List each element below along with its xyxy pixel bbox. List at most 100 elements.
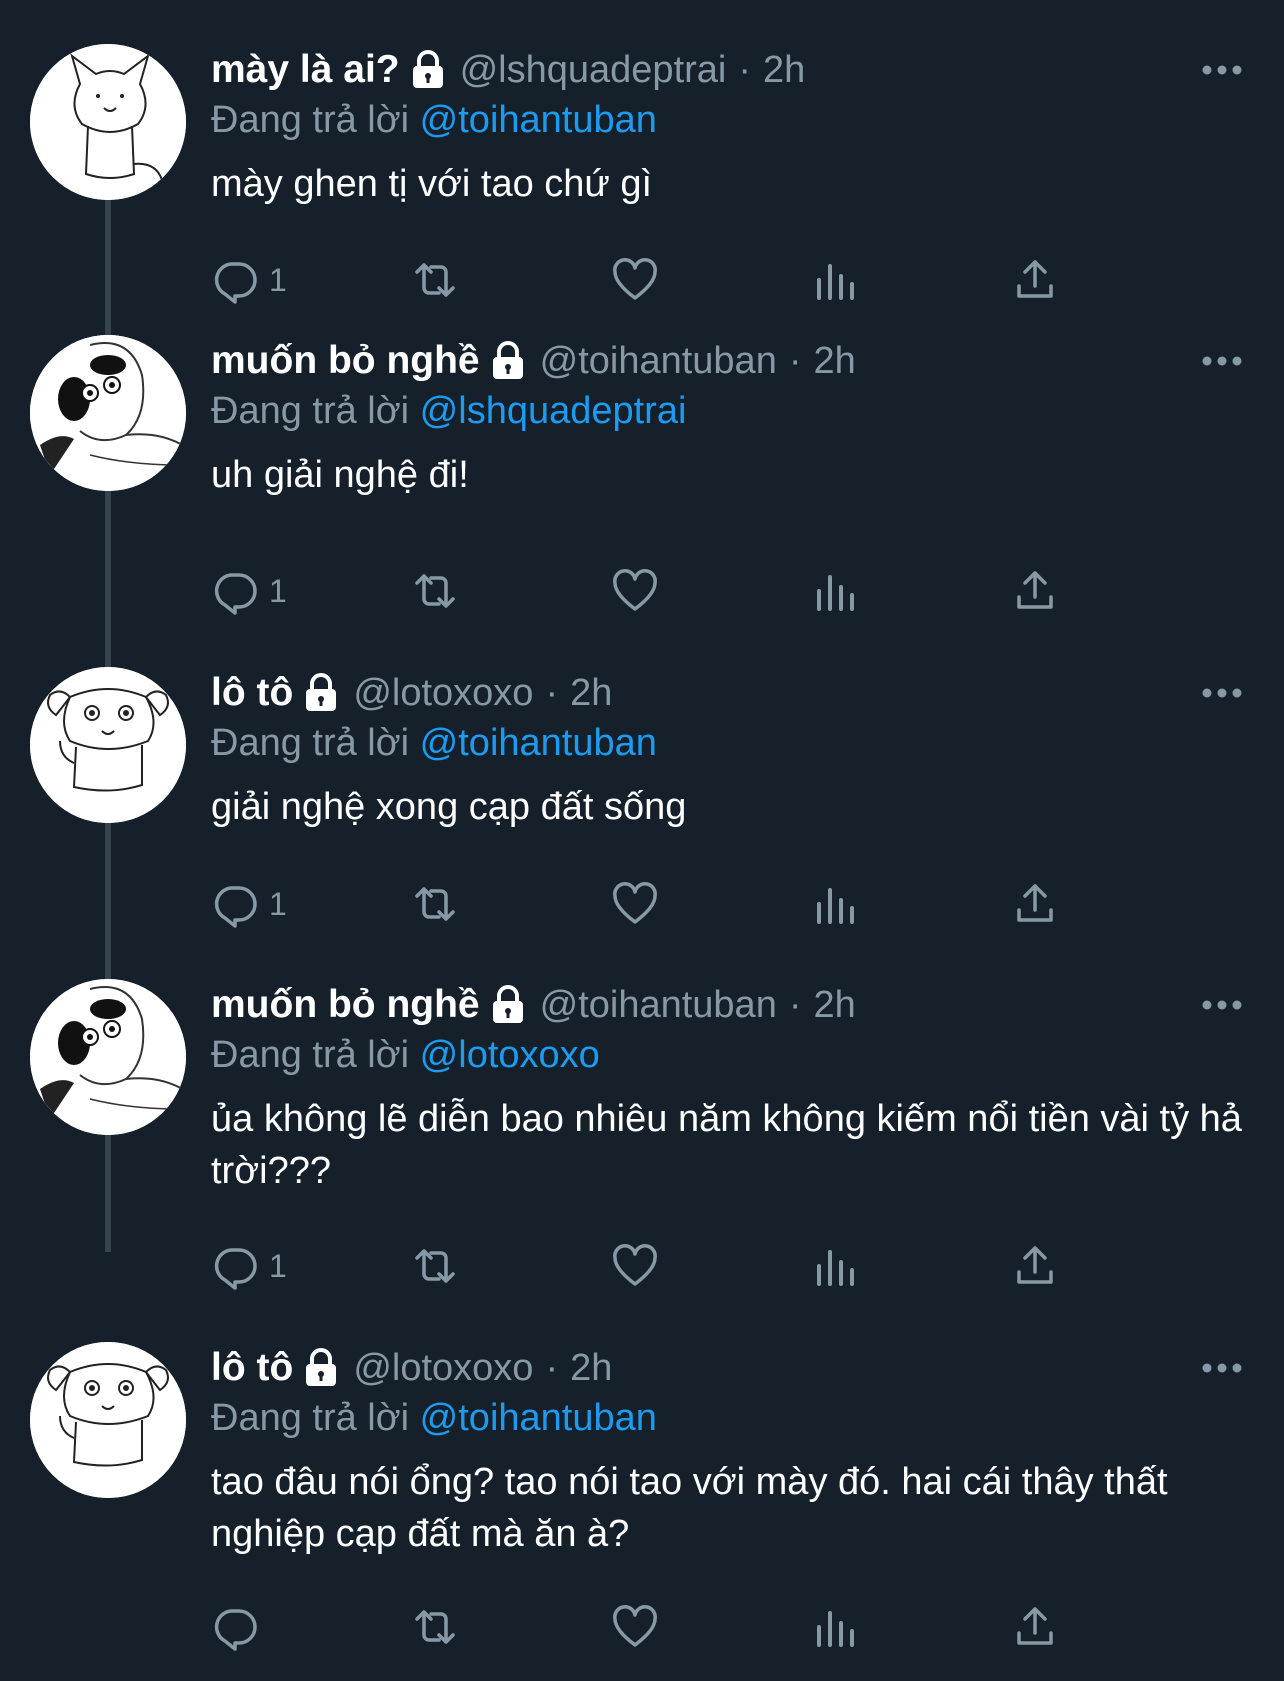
conversation-thread: mày là ai? @lshquadeptrai · 2h Đang trả …: [0, 0, 1284, 1681]
cat-drawing-avatar: [30, 44, 186, 200]
like-button[interactable]: [611, 1597, 659, 1657]
tweet-actions: 1: [211, 1236, 1131, 1296]
analytics-icon: [817, 264, 854, 300]
lock-icon: [301, 1348, 341, 1388]
analytics-button[interactable]: [811, 561, 859, 621]
reply-count: 1: [269, 1247, 287, 1284]
share-icon: [1017, 571, 1053, 609]
timestamp[interactable]: 2h: [570, 1347, 612, 1390]
analytics-icon: [817, 888, 854, 924]
lock-icon: [301, 673, 341, 713]
dog-drawing-avatar: [30, 1342, 186, 1498]
replying-prefix: Đang trả lời: [211, 722, 410, 764]
avatar[interactable]: [30, 1342, 186, 1498]
user-handle[interactable]: @lotoxoxo: [353, 1347, 533, 1390]
separator-dot: ·: [545, 1346, 559, 1389]
analytics-button[interactable]: [811, 1597, 859, 1657]
lock-icon: [488, 985, 528, 1025]
tweet-actions: 1: [211, 561, 1131, 621]
user-handle[interactable]: @toihantuban: [540, 340, 777, 383]
heart-icon: [613, 1605, 657, 1647]
display-name[interactable]: lô tô: [211, 1346, 293, 1390]
avatar[interactable]: [30, 667, 186, 823]
share-button[interactable]: [1011, 250, 1059, 310]
reply-mention-link[interactable]: @toihantuban: [420, 1397, 657, 1439]
analytics-button[interactable]: [811, 874, 859, 934]
display-name[interactable]: mày là ai?: [211, 48, 400, 92]
avatar[interactable]: [30, 335, 186, 491]
analytics-icon: [817, 575, 854, 611]
more-icon: [1202, 65, 1242, 75]
retweet-icon: [415, 887, 455, 921]
reply-mention-link[interactable]: @toihantuban: [420, 99, 657, 141]
like-button[interactable]: [611, 1236, 659, 1296]
share-button[interactable]: [1011, 1236, 1059, 1296]
reply-count: 1: [269, 572, 287, 609]
reply-button[interactable]: 1: [211, 1236, 287, 1296]
display-name[interactable]: muốn bỏ nghề: [211, 339, 480, 383]
analytics-button[interactable]: [811, 1236, 859, 1296]
more-options-button[interactable]: [1184, 667, 1244, 719]
timestamp[interactable]: 2h: [813, 984, 855, 1027]
display-name[interactable]: muốn bỏ nghề: [211, 983, 480, 1027]
tweet-content: muốn bỏ nghề @toihantuban · 2h Đang trả …: [211, 979, 1244, 1197]
dog-drawing-avatar: [30, 667, 186, 823]
heart-icon: [613, 569, 657, 611]
tweet-text: tao đâu nói ổng? tao nói tao với mày đó.…: [211, 1461, 1179, 1555]
display-name[interactable]: lô tô: [211, 671, 293, 715]
tweet-content: lô tô @lotoxoxo · 2h Đang trả lời @toiha…: [211, 667, 1244, 833]
retweet-icon: [415, 574, 455, 608]
reply-button[interactable]: 1: [211, 250, 287, 310]
avatar[interactable]: [30, 44, 186, 200]
timestamp[interactable]: 2h: [570, 672, 612, 715]
share-button[interactable]: [1011, 561, 1059, 621]
analytics-button[interactable]: [811, 250, 859, 310]
replying-to: Đang trả lời @toihantuban: [211, 1394, 1244, 1442]
user-handle[interactable]: @lotoxoxo: [353, 672, 533, 715]
more-options-button[interactable]: [1184, 979, 1244, 1031]
more-options-button[interactable]: [1184, 44, 1244, 96]
more-options-button[interactable]: [1184, 335, 1244, 387]
separator-dot: ·: [788, 339, 802, 382]
analytics-icon: [817, 1250, 854, 1286]
user-handle[interactable]: @lshquadeptrai: [460, 49, 727, 92]
tweet-text: giải nghệ xong cạp đất sống: [211, 786, 687, 828]
face-sketch-avatar: [30, 979, 186, 1135]
timestamp[interactable]: 2h: [763, 49, 805, 92]
reply-button[interactable]: [211, 1597, 269, 1657]
reply-mention-link[interactable]: @lshquadeptrai: [420, 390, 687, 432]
user-handle[interactable]: @toihantuban: [540, 984, 777, 1027]
reply-mention-link[interactable]: @lotoxoxo: [420, 1034, 600, 1076]
replying-prefix: Đang trả lời: [211, 99, 410, 141]
share-icon: [1017, 1246, 1053, 1284]
reply-icon: [214, 573, 257, 615]
reply-mention-link[interactable]: @toihantuban: [420, 722, 657, 764]
lock-icon: [408, 50, 448, 90]
share-button[interactable]: [1011, 1597, 1059, 1657]
more-options-button[interactable]: [1184, 1342, 1244, 1394]
timestamp[interactable]: 2h: [813, 340, 855, 383]
retweet-button[interactable]: [411, 874, 459, 934]
separator-dot: ·: [788, 983, 802, 1026]
reply-button[interactable]: 1: [211, 874, 287, 934]
tweet-content: lô tô @lotoxoxo · 2h Đang trả lời @toiha…: [211, 1342, 1244, 1560]
retweet-button[interactable]: [411, 250, 459, 310]
like-button[interactable]: [611, 561, 659, 621]
like-button[interactable]: [611, 250, 659, 310]
retweet-button[interactable]: [411, 1597, 459, 1657]
retweet-button[interactable]: [411, 1236, 459, 1296]
heart-icon: [613, 882, 657, 924]
retweet-button[interactable]: [411, 561, 459, 621]
share-button[interactable]: [1011, 874, 1059, 934]
lock-icon: [488, 341, 528, 381]
more-icon: [1202, 1363, 1242, 1373]
reply-button[interactable]: 1: [211, 561, 287, 621]
avatar[interactable]: [30, 979, 186, 1135]
retweet-icon: [415, 1249, 455, 1283]
tweet-header: lô tô @lotoxoxo · 2h: [211, 667, 1244, 719]
like-button[interactable]: [611, 874, 659, 934]
replying-prefix: Đang trả lời: [211, 1397, 410, 1439]
tweet-actions: 1: [211, 250, 1131, 310]
heart-icon: [613, 258, 657, 300]
replying-to: Đang trả lời @lotoxoxo: [211, 1031, 1244, 1079]
